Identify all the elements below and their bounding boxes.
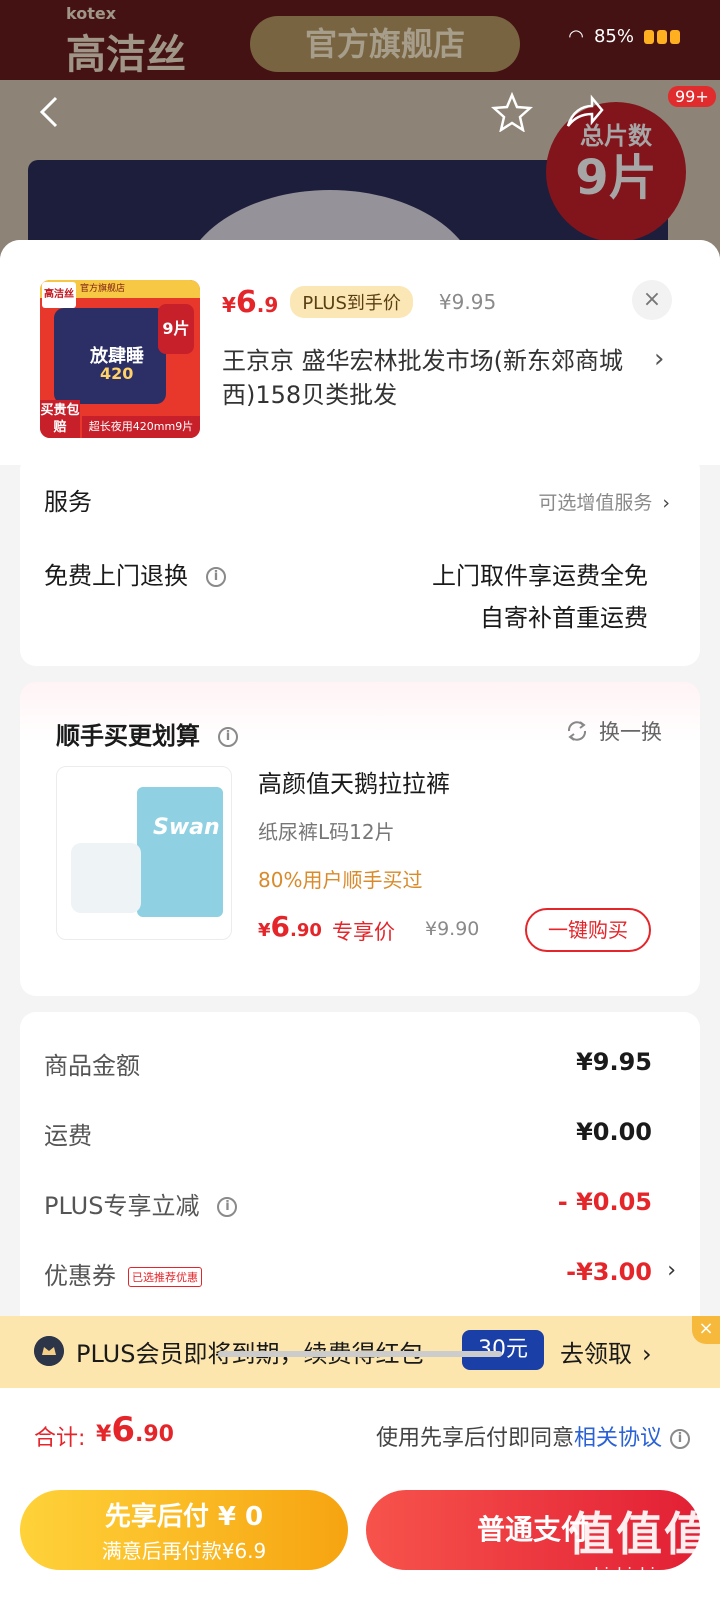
cart-count-badge: 99+ [668,86,716,107]
upsell-title: 顺手买更划算 i [56,716,238,751]
refresh-icon [567,721,587,741]
watermark: 值值值 zhizhizhi.com [560,1498,720,1583]
shipping-row: 运费 ¥0.00 [44,1116,676,1156]
coupon-recommended-tag: 已选推荐优惠 [128,1267,202,1287]
service-title: 服务 [44,488,92,516]
plus-discount-label: PLUS专享立减 i [44,1186,238,1221]
optional-services-link[interactable]: 可选增值服务 › [538,488,670,515]
back-arrow-icon[interactable] [30,92,70,132]
upsell-product-image[interactable]: Swan [56,766,232,940]
claim-link[interactable]: 去领取 › [560,1334,652,1369]
one-click-buy-button[interactable]: 一键购买 [525,908,651,952]
upsell-title-text: 顺手买更划算 [56,722,200,750]
info-icon[interactable]: i [217,1197,238,1217]
upsell-pack [137,787,223,917]
claim-label: 去领取 [560,1340,632,1368]
price-integer: 6 [235,284,257,320]
price-row: ¥6.9 PLUS到手价 ¥9.95 [222,284,496,320]
upsell-original-price: ¥9.90 [425,918,480,940]
agreement-notice: 使用先享后付即同意相关协议 i [376,1420,690,1452]
top-nav [0,88,720,138]
thumb-price-guarantee: 买贵包赔 [40,400,80,438]
watermark-url: zhizhizhi.com [585,1564,695,1583]
pay-later-sublabel: 满意后再付款¥6.9 [101,1539,267,1563]
subtotal-row: 商品金额 ¥9.95 [44,1046,676,1086]
upsell-price-decimal: .90 [290,920,322,941]
total-currency: ¥ [96,1422,112,1447]
wifi-icon: ◠ [568,26,584,47]
close-button[interactable]: × [632,280,672,320]
status-icons: ◠ 85% [568,26,680,47]
thumb-pack-size: 420 [100,364,134,383]
coupon-value: -¥3.00 [566,1258,652,1286]
pay-later-button[interactable]: 先享后付 ¥ 0 满意后再付款¥6.9 [20,1490,348,1570]
thumb-caption: 超长夜用420mm9片 [82,416,200,438]
info-icon[interactable]: i [218,727,238,747]
original-price: ¥9.95 [438,290,497,314]
info-icon[interactable]: i [206,567,226,587]
status-bar: ◠ 85% [0,20,720,60]
share-icon[interactable] [562,92,606,132]
agreement-link[interactable]: 相关协议 [574,1426,662,1451]
chevron-right-icon: › [667,1258,676,1283]
plus-logo-icon [34,1336,64,1366]
product-thumbnail: 官方旗舰店 高洁丝 放肆睡 420 9片 买贵包赔 超长夜用420mm9片 [40,280,200,438]
total-label: 合计: [34,1426,86,1451]
plus-price: ¥6.9 [222,285,278,320]
coupon-text: 优惠券 [44,1262,116,1290]
swap-button[interactable]: 换一换 [565,716,662,746]
service-card: 服务 可选增值服务 › 免费上门退换 i 上门取件享运费全免 自寄补首重运费 [20,454,700,666]
return-self-ship-note: 自寄补首重运费 [480,604,648,632]
free-return-text: 免费上门退换 [44,562,188,590]
info-icon[interactable]: i [670,1429,690,1449]
battery-icon [644,29,680,44]
price-decimal: .9 [256,292,279,317]
plus-discount-row: PLUS专享立减 i - ¥0.05 [44,1186,676,1226]
delivery-address[interactable]: 王京京 盛华宏林批发市场(新东郊商城西)158贝类批发 [222,344,642,412]
plus-discount-text: PLUS专享立减 [44,1192,200,1220]
price-currency: ¥ [222,292,236,317]
chevron-right-icon[interactable]: › [654,344,674,378]
total-integer: 6 [111,1410,135,1450]
home-indicator[interactable] [218,1351,502,1357]
shipping-label: 运费 [44,1122,92,1150]
battery-percent: 85% [593,26,634,47]
coupon-label: 优惠券 已选推荐优惠 [44,1256,202,1291]
upsell-product-name[interactable]: 高颜值天鹅拉拉裤 [258,764,450,799]
upsell-diaper [71,843,141,913]
swap-label: 换一换 [599,720,662,744]
agreement-text: 使用先享后付即同意 [375,1426,574,1451]
upsell-price: ¥6.90 [258,910,322,943]
chevron-right-icon: › [642,1340,652,1368]
watermark-logo: 值值值 [568,1507,712,1561]
checkout-sheet: 官方旗舰店 高洁丝 放肆睡 420 9片 买贵包赔 超长夜用420mm9片 ¥6… [0,240,720,1600]
sheet-header: 官方旗舰店 高洁丝 放肆睡 420 9片 买贵包赔 超长夜用420mm9片 ¥6… [0,240,720,465]
subtotal-label: 商品金额 [44,1052,140,1080]
thumb-brand-logo: 高洁丝 [42,282,76,308]
thumb-count-badge: 9片 [158,304,194,354]
upsell-price-currency: ¥ [258,920,271,941]
upsell-product-spec: 纸尿裤L码12片 [258,820,395,844]
plus-price-tag: PLUS到手价 [290,286,413,318]
plus-discount-value: - ¥0.05 [557,1188,652,1216]
upsell-bought-stat: 80%用户顺手买过 [258,868,423,892]
optional-services-label: 可选增值服务 [538,492,653,514]
subtotal-value: ¥9.95 [576,1048,652,1076]
upsell-exclusive-label: 专享价 [332,920,395,944]
coupon-row[interactable]: 优惠券 已选推荐优惠 -¥3.00 › [44,1256,676,1296]
pay-later-label: 先享后付 ¥ 0 [104,1502,264,1532]
chevron-right-icon: › [662,492,670,514]
total-decimal: .90 [134,1422,174,1447]
return-pickup-note: 上门取件享运费全免 [432,562,648,590]
favorite-star-icon[interactable] [490,92,534,132]
banner-close-icon[interactable]: × [692,1316,720,1344]
upsell-pack-text: Swan [153,815,220,840]
total-value: ¥6.90 [96,1410,174,1450]
totals-card: 商品金额 ¥9.95 运费 ¥0.00 PLUS专享立减 i - ¥0.05 优惠… [20,1012,700,1342]
red-packet-amount: 30元 [462,1330,544,1370]
free-return-label: 免费上门退换 i [44,556,226,591]
upsell-price-integer: 6 [270,910,291,943]
upsell-card: 顺手买更划算 i 换一换 Swan 高颜值天鹅拉拉裤 纸尿裤L码12片 80%用户… [20,682,700,996]
shipping-value: ¥0.00 [576,1118,652,1146]
